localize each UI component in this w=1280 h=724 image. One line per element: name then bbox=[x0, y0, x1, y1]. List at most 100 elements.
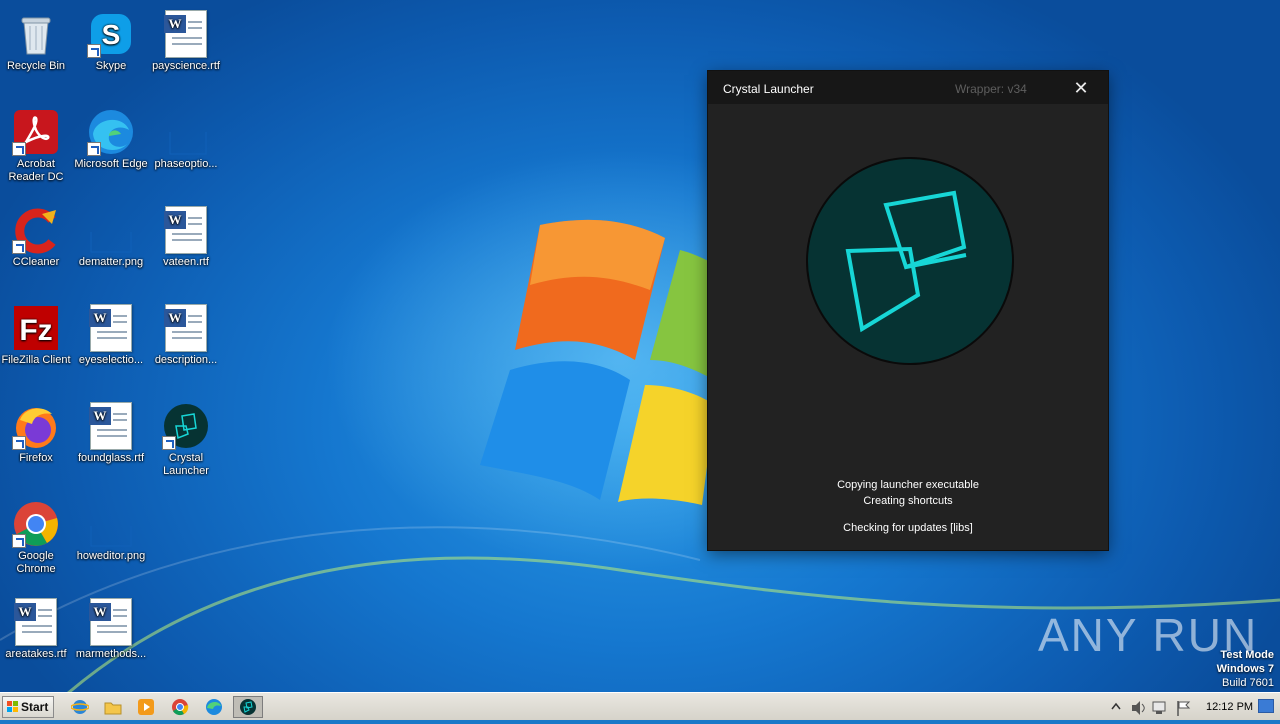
desktop-icon-payscience[interactable]: W payscience.rtf bbox=[148, 4, 224, 73]
wrapper-version-label: Wrapper: v34 bbox=[955, 82, 1027, 96]
start-label: Start bbox=[21, 700, 49, 714]
crystal-launcher-icon bbox=[240, 699, 256, 715]
shortcut-arrow-icon bbox=[12, 142, 26, 156]
taskbar-edge[interactable] bbox=[202, 697, 226, 717]
media-player-icon bbox=[138, 699, 154, 715]
taskbar-media-player[interactable] bbox=[134, 697, 158, 717]
icon-label: phaseoptio... bbox=[154, 158, 218, 170]
os-test-mode-badge: Test Mode Windows 7 Build 7601 bbox=[1217, 648, 1274, 690]
desktop-icon-vateen[interactable]: W vateen.rtf bbox=[148, 200, 224, 269]
svg-text:Fz: Fz bbox=[19, 314, 52, 347]
desktop-icon-ccleaner[interactable]: CCleaner bbox=[0, 200, 74, 269]
desktop-icon-chrome[interactable]: Google Chrome bbox=[0, 494, 74, 576]
svg-text:S: S bbox=[102, 19, 121, 50]
desktop-icon-skype[interactable]: S Skype bbox=[73, 4, 149, 73]
shortcut-arrow-icon bbox=[162, 436, 176, 450]
word-document-icon: W bbox=[87, 402, 135, 450]
icon-label: foundglass.rtf bbox=[77, 452, 145, 464]
icon-label: Acrobat Reader DC bbox=[8, 158, 64, 183]
icon-label: Crystal Launcher bbox=[163, 452, 209, 477]
crystal-launcher-window: Crystal Launcher Wrapper: v34 ✕ Copying … bbox=[708, 71, 1108, 550]
test-mode-label: Test Mode bbox=[1220, 649, 1274, 661]
icon-label: Skype bbox=[95, 60, 127, 72]
shortcut-arrow-icon bbox=[12, 436, 26, 450]
status-line-copying: Copying launcher executable bbox=[837, 479, 979, 491]
shortcut-arrow-icon bbox=[87, 142, 101, 156]
desktop-icon-howeditor[interactable]: howeditor.png bbox=[73, 494, 149, 563]
windows-logo-wallpaper bbox=[480, 219, 730, 505]
taskbar-internet-explorer[interactable] bbox=[68, 697, 92, 717]
icon-label: marmethods... bbox=[75, 648, 147, 660]
desktop-icon-phaseoptio[interactable]: phaseoptio... bbox=[148, 102, 224, 171]
taskbar-chrome[interactable] bbox=[168, 697, 192, 717]
taskbar-crystal-launcher[interactable] bbox=[233, 696, 263, 718]
ccleaner-icon bbox=[12, 206, 60, 254]
word-document-icon: W bbox=[12, 598, 60, 646]
icon-label: vateen.rtf bbox=[163, 256, 209, 268]
desktop-icon-filezilla[interactable]: Fz FileZilla Client bbox=[0, 298, 74, 367]
shortcut-arrow-icon bbox=[87, 44, 101, 58]
image-file-icon bbox=[162, 108, 210, 156]
desktop-icon-areatakes[interactable]: W areatakes.rtf bbox=[0, 592, 74, 661]
chrome-icon bbox=[172, 699, 189, 716]
desktop-icon-edge[interactable]: Microsoft Edge bbox=[73, 102, 149, 171]
icon-label: howeditor.png bbox=[76, 550, 146, 562]
taskbar: Start 12:12 PM bbox=[0, 692, 1280, 720]
desktop-icon-firefox[interactable]: Firefox bbox=[0, 396, 74, 465]
show-desktop-button[interactable] bbox=[1258, 699, 1274, 713]
windows-version-label: Windows 7 bbox=[1216, 663, 1274, 675]
start-button[interactable]: Start bbox=[2, 696, 54, 718]
word-document-icon: W bbox=[87, 304, 135, 352]
window-title: Crystal Launcher bbox=[723, 82, 814, 96]
firefox-icon bbox=[12, 402, 60, 450]
tray-icons bbox=[1111, 701, 1191, 716]
shortcut-arrow-icon bbox=[12, 534, 26, 548]
icon-label: dematter.png bbox=[78, 256, 144, 268]
crystal-launcher-logo bbox=[806, 157, 1014, 365]
edge-icon bbox=[206, 699, 222, 715]
recycle-bin-icon bbox=[12, 10, 60, 58]
window-titlebar[interactable]: Crystal Launcher Wrapper: v34 ✕ bbox=[708, 71, 1108, 104]
filezilla-icon: Fz bbox=[12, 304, 60, 352]
image-file-icon bbox=[87, 206, 135, 254]
word-document-icon: W bbox=[87, 598, 135, 646]
desktop-icon-crystal-launcher[interactable]: Crystal Launcher bbox=[148, 396, 224, 478]
icon-label: eyeselectio... bbox=[78, 354, 144, 366]
shortcut-arrow-icon bbox=[12, 240, 26, 254]
word-document-icon: W bbox=[162, 304, 210, 352]
windows-flag-icon bbox=[7, 701, 18, 712]
icon-label: areatakes.rtf bbox=[5, 648, 67, 660]
chrome-icon bbox=[12, 500, 60, 548]
icon-label: Microsoft Edge bbox=[74, 158, 148, 170]
icon-label: payscience.rtf bbox=[152, 60, 220, 72]
status-line-updates: Checking for updates [libs] bbox=[843, 522, 973, 534]
system-tray bbox=[1104, 695, 1280, 719]
status-line-shortcuts: Creating shortcuts bbox=[863, 495, 953, 507]
desktop-icon-foundglass[interactable]: W foundglass.rtf bbox=[73, 396, 149, 465]
internet-explorer-icon bbox=[71, 700, 89, 714]
desktop-icon-dematter[interactable]: dematter.png bbox=[73, 200, 149, 269]
edge-icon bbox=[87, 108, 135, 156]
icon-label: Recycle Bin bbox=[6, 60, 66, 72]
file-explorer-icon bbox=[104, 702, 122, 715]
desktop-icon-recycle-bin[interactable]: Recycle Bin bbox=[0, 4, 74, 73]
icon-label: FileZilla Client bbox=[1, 354, 71, 366]
icon-label: Firefox bbox=[19, 452, 53, 464]
icon-label: description... bbox=[154, 354, 218, 366]
icon-label: Google Chrome bbox=[16, 550, 56, 575]
build-label: Build 7601 bbox=[1222, 677, 1274, 689]
desktop-icon-description[interactable]: W description... bbox=[148, 298, 224, 367]
word-document-icon: W bbox=[162, 206, 210, 254]
desktop-icon-marmethods[interactable]: W marmethods... bbox=[73, 592, 149, 661]
desktop-icon-eyeselectio[interactable]: W eyeselectio... bbox=[73, 298, 149, 367]
desktop-icon-acrobat[interactable]: Acrobat Reader DC bbox=[0, 102, 74, 184]
close-icon: ✕ bbox=[1073, 78, 1089, 98]
icon-label: CCleaner bbox=[12, 256, 60, 268]
taskbar-file-explorer[interactable] bbox=[101, 697, 125, 717]
taskbar-clock[interactable]: 12:12 PM bbox=[1206, 701, 1253, 713]
close-button[interactable]: ✕ bbox=[1066, 77, 1096, 99]
crystal-launcher-icon bbox=[162, 402, 210, 450]
word-document-icon: W bbox=[162, 10, 210, 58]
image-file-icon bbox=[87, 500, 135, 548]
acrobat-reader-icon bbox=[12, 108, 60, 156]
